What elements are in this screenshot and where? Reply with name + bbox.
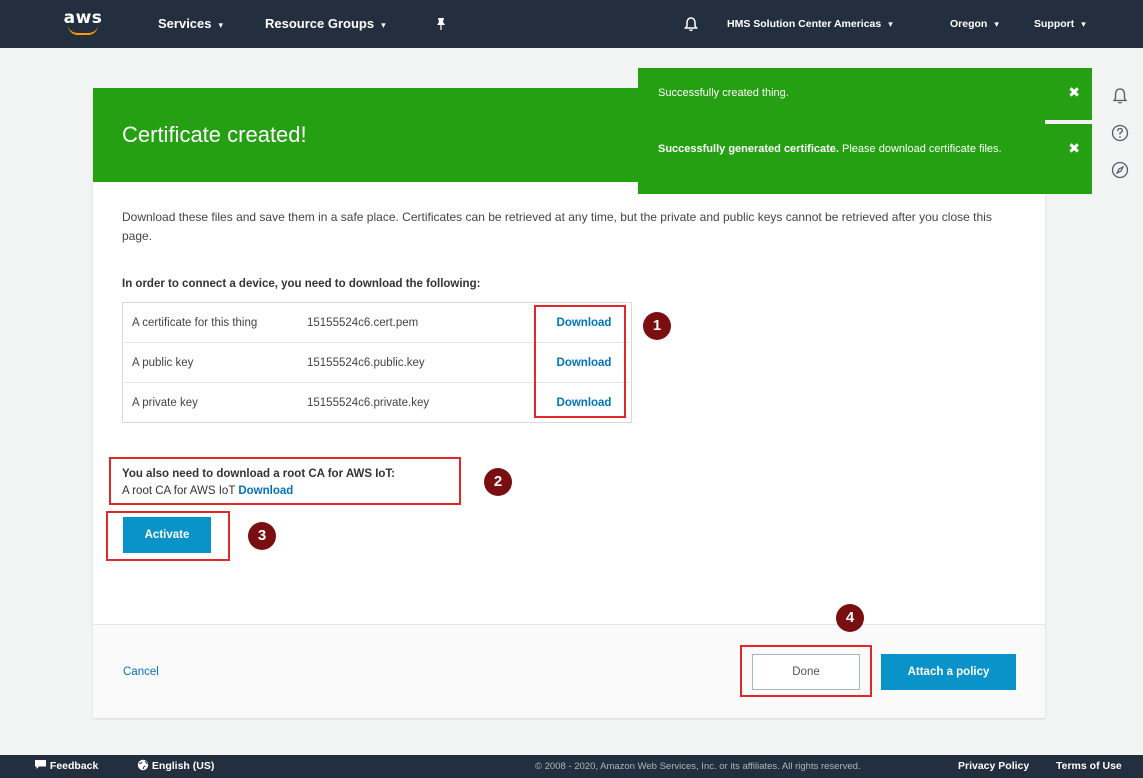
top-navigation-bar: aws Services ▾ Resource Groups ▾ HMS Solut… <box>0 0 1143 48</box>
feedback-button[interactable]: Feedback <box>34 755 98 778</box>
support-menu[interactable]: Support ▾ <box>1034 0 1086 48</box>
download-subheading: In order to connect a device, you need t… <box>122 278 481 290</box>
feedback-label: Feedback <box>49 760 99 772</box>
console-footer: Feedback English (US) © 2008 - 2020, Ama… <box>0 755 1143 778</box>
aws-logo[interactable]: aws <box>60 8 106 40</box>
chevron-down-icon: ▾ <box>218 20 224 30</box>
language-selector[interactable]: English (US) <box>137 755 214 778</box>
pin-icon[interactable] <box>434 17 448 31</box>
aws-logo-text: aws <box>63 8 103 28</box>
notifications-bell-icon[interactable] <box>1110 86 1130 106</box>
attach-policy-button[interactable]: Attach a policy <box>881 654 1016 690</box>
chevron-down-icon: ▾ <box>381 20 386 30</box>
file-name: 15155524c6.public.key <box>307 342 537 383</box>
resource-groups-label: Resource Groups <box>265 16 375 31</box>
flash-text: Successfully created thing. <box>658 87 789 99</box>
chevron-down-icon: ▾ <box>888 19 893 29</box>
services-menu[interactable]: Services ▾ <box>158 0 223 48</box>
step-badge-3: 3 <box>248 522 276 550</box>
highlight-done <box>740 645 872 697</box>
file-name: 15155524c6.cert.pem <box>307 302 537 343</box>
account-label: HMS Solution Center Americas <box>727 18 882 30</box>
step-badge-2: 2 <box>484 468 512 496</box>
region-menu[interactable]: Oregon ▾ <box>950 0 999 48</box>
instructions-text: Download these files and save them in a … <box>122 210 992 243</box>
bell-icon[interactable] <box>683 16 699 32</box>
resource-groups-menu[interactable]: Resource Groups ▾ <box>265 0 386 48</box>
flash-text: Please download certificate files. <box>838 143 1002 155</box>
highlight-activate <box>106 511 230 561</box>
globe-icon <box>137 759 149 771</box>
highlight-root-ca <box>109 457 461 505</box>
chevron-down-icon: ▾ <box>994 19 999 29</box>
file-label: A public key <box>122 342 307 383</box>
file-name: 15155524c6.private.key <box>307 396 430 409</box>
compass-icon[interactable] <box>1110 160 1130 180</box>
region-label: Oregon <box>950 18 988 30</box>
flash-bold-text: Successfully generated certificate. <box>658 143 839 155</box>
services-label: Services <box>158 16 212 31</box>
page-scrollbar[interactable] <box>1137 48 1143 755</box>
step-badge-1: 1 <box>643 312 671 340</box>
language-label: English (US) <box>151 760 215 772</box>
account-menu[interactable]: HMS Solution Center Americas ▾ <box>727 0 893 48</box>
terms-of-use-link[interactable]: Terms of Use <box>1056 755 1122 778</box>
page-title: Certificate created! <box>122 122 307 147</box>
file-label: A private key <box>132 396 198 409</box>
step-badge-4: 4 <box>836 604 864 632</box>
file-label: A certificate for this thing <box>122 302 307 343</box>
privacy-policy-link[interactable]: Privacy Policy <box>958 755 1029 778</box>
highlight-download-links <box>534 305 626 418</box>
copyright-text: © 2008 - 2020, Amazon Web Services, Inc.… <box>535 761 861 772</box>
cancel-link[interactable]: Cancel <box>123 666 159 678</box>
help-icon[interactable] <box>1110 123 1130 143</box>
flash-thing-created: Successfully created thing. ✖ <box>638 68 1092 120</box>
chat-bubble-icon <box>35 760 46 769</box>
close-icon[interactable]: ✖ <box>1068 139 1080 157</box>
close-icon[interactable]: ✖ <box>1068 83 1080 101</box>
support-label: Support <box>1034 18 1075 30</box>
flash-certificate-generated: Successfully generated certificate. Plea… <box>638 124 1092 194</box>
chevron-down-icon: ▾ <box>1081 19 1086 29</box>
